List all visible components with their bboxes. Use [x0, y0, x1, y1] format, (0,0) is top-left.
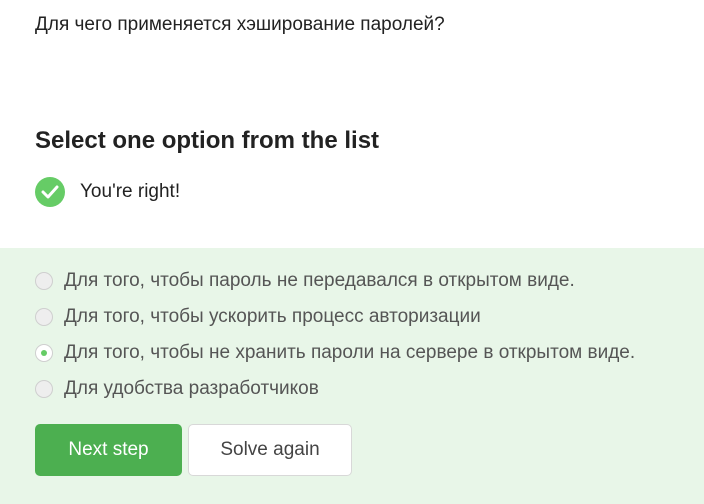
- option-label: Для того, чтобы ускорить процесс авториз…: [64, 306, 481, 327]
- checkmark-icon: [35, 177, 65, 207]
- feedback-message: You're right!: [35, 177, 180, 207]
- quiz-page: Для чего применяется хэширование паролей…: [0, 0, 704, 504]
- solve-again-button[interactable]: Solve again: [188, 424, 352, 476]
- answer-options: Для того, чтобы пароль не передавался в …: [0, 248, 704, 504]
- question-text: Для чего применяется хэширование паролей…: [35, 14, 445, 35]
- option-label: Для того, чтобы пароль не передавался в …: [64, 270, 575, 291]
- radio-button[interactable]: [35, 272, 53, 290]
- option-3[interactable]: Для того, чтобы не хранить пароли на сер…: [35, 341, 635, 365]
- next-step-button[interactable]: Next step: [35, 424, 182, 476]
- radio-button[interactable]: [35, 308, 53, 326]
- radio-button[interactable]: [35, 380, 53, 398]
- feedback-text: You're right!: [80, 181, 181, 202]
- radio-button-selected[interactable]: [35, 344, 53, 362]
- option-label: Для удобства разработчиков: [64, 378, 319, 399]
- option-2[interactable]: Для того, чтобы ускорить процесс авториз…: [35, 305, 481, 329]
- option-label: Для того, чтобы не хранить пароли на сер…: [64, 342, 636, 363]
- section-title: Select one option from the list: [35, 127, 380, 154]
- option-1[interactable]: Для того, чтобы пароль не передавался в …: [35, 269, 575, 293]
- option-4[interactable]: Для удобства разработчиков: [35, 377, 319, 401]
